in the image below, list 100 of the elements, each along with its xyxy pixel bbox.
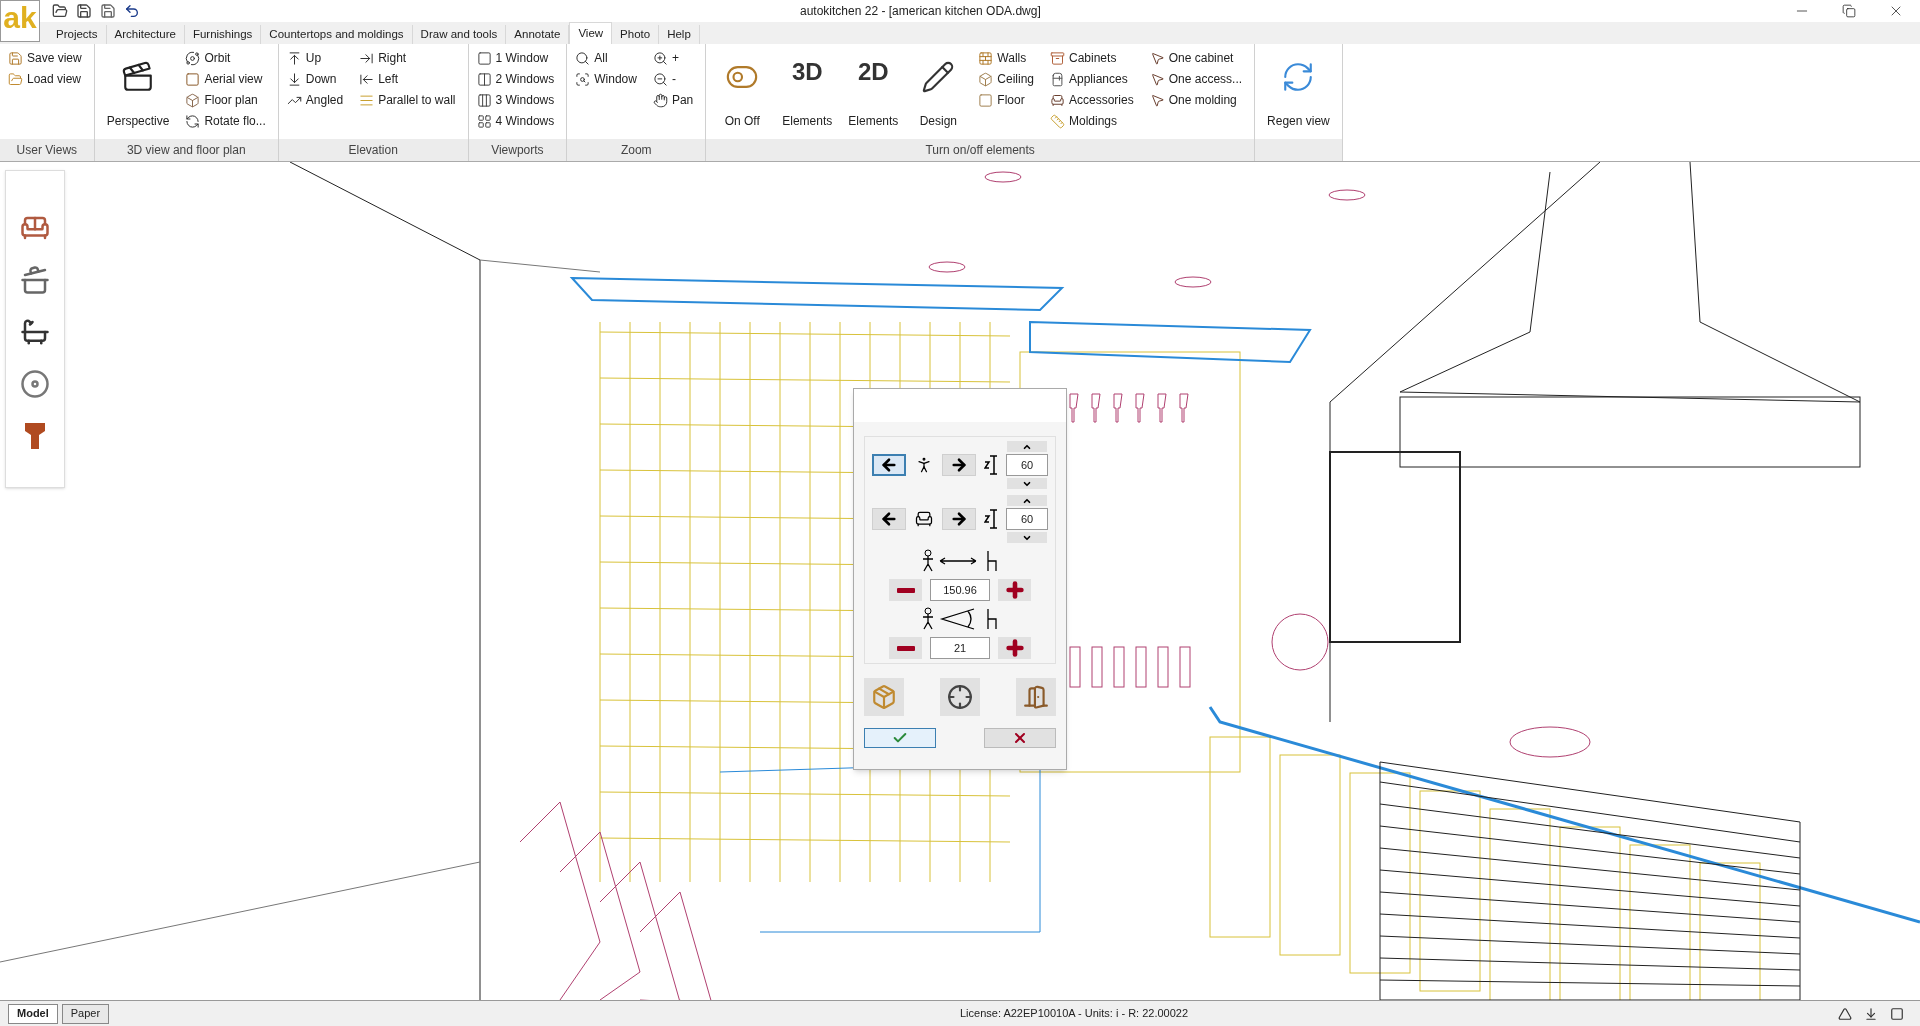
pointer-icon xyxy=(1149,92,1165,108)
square-icon[interactable] xyxy=(1890,1006,1904,1021)
ribbon-button[interactable]: Appliances xyxy=(1050,69,1138,89)
ribbon-button[interactable]: Left xyxy=(359,69,460,89)
ribbon-large-button[interactable]: On Off xyxy=(714,48,771,134)
hatch-icon xyxy=(359,92,375,108)
ribbon-button[interactable]: One access... xyxy=(1149,69,1247,89)
cancel-button[interactable] xyxy=(984,728,1056,748)
window-icon xyxy=(476,113,492,129)
target-view-button[interactable] xyxy=(940,678,980,716)
height-dimension-icon xyxy=(984,454,998,476)
ribbon-button[interactable]: 2 Windows xyxy=(476,69,559,89)
ribbon-button[interactable]: Moldings xyxy=(1050,111,1138,131)
ribbon-button[interactable]: Cabinets xyxy=(1050,48,1138,68)
ribbon-tab[interactable]: View xyxy=(569,22,613,44)
ribbon-button[interactable]: + xyxy=(652,48,698,68)
ribbon-large-button[interactable]: Design xyxy=(910,48,967,134)
ribbon-button[interactable]: Right xyxy=(359,48,460,68)
zoom-in-icon xyxy=(652,50,668,66)
cube-icon xyxy=(185,92,201,108)
layout-tab[interactable]: Paper xyxy=(61,1003,110,1024)
pot-icon[interactable] xyxy=(20,265,50,295)
hand-icon xyxy=(652,92,668,108)
distance-input[interactable]: 150.96 xyxy=(930,579,990,601)
ribbon-button[interactable]: Ceiling xyxy=(978,69,1038,89)
rotate-icon xyxy=(185,113,201,129)
ribbon-button[interactable]: 3 Windows xyxy=(476,90,559,110)
ribbon-button[interactable]: One molding xyxy=(1149,90,1247,110)
arrow-right-icon xyxy=(950,456,968,474)
ribbon-button[interactable]: Aerial view xyxy=(185,69,270,89)
ribbon-button[interactable]: Down xyxy=(286,69,348,89)
ribbon-large-button[interactable]: Regen view xyxy=(1263,48,1334,134)
corbel-icon[interactable] xyxy=(23,421,47,451)
plus-icon xyxy=(1003,579,1026,601)
spin-down-button[interactable] xyxy=(1007,478,1047,489)
undo-icon[interactable] xyxy=(124,3,140,19)
restore-icon[interactable] xyxy=(1842,4,1856,18)
orbit-icon xyxy=(185,50,201,66)
spin-up-button[interactable] xyxy=(1007,495,1047,506)
chair-icon xyxy=(1050,92,1065,108)
ribbon-button[interactable]: Angled xyxy=(286,90,348,110)
zoom-out-icon xyxy=(652,71,668,87)
person-to-chair-distance-icon xyxy=(922,549,998,573)
mode-glyph: 2D xyxy=(857,60,889,84)
window-title: autokitchen 22 - [american kitchen ODA.dwg] xyxy=(800,3,1042,20)
status-text: License: A22EP10010A - Units: i - R: 22.00022 xyxy=(960,1006,1190,1022)
spin-up-button[interactable] xyxy=(1007,441,1047,452)
mode-glyph: 3D xyxy=(791,60,823,84)
ribbon-button[interactable]: 1 Window xyxy=(476,48,559,68)
close-icon xyxy=(1012,730,1028,746)
person-view-angle-icon xyxy=(922,607,998,631)
ok-button[interactable] xyxy=(864,728,936,748)
right-arrow-button[interactable] xyxy=(942,508,976,530)
layout-tab[interactable]: Model xyxy=(8,1003,58,1024)
ribbon-button[interactable]: - xyxy=(652,69,698,89)
ribbon-button[interactable]: Load view xyxy=(8,69,86,89)
ribbon-button[interactable]: 4 Windows xyxy=(476,111,559,131)
ribbon-button[interactable]: All xyxy=(575,48,641,68)
ribbon-button[interactable]: Pan xyxy=(652,90,698,110)
ribbon-group-label: Viewports xyxy=(468,139,567,161)
ribbon-button[interactable]: Accessories xyxy=(1050,90,1138,110)
plus-button[interactable] xyxy=(998,579,1031,601)
minus-button[interactable] xyxy=(889,637,922,659)
ribbon-group-label: Elevation xyxy=(278,139,468,161)
height-input[interactable]: 60 xyxy=(1006,454,1048,476)
ribbon-button[interactable]: Floor xyxy=(978,90,1038,110)
ribbon-button[interactable]: Orbit xyxy=(185,48,270,68)
window-icon xyxy=(476,92,492,108)
pencil-icon xyxy=(921,60,956,94)
spin-down-button[interactable] xyxy=(1007,532,1047,543)
door-icon xyxy=(1023,684,1049,710)
height-input[interactable]: 60 xyxy=(1006,508,1048,530)
door-view-button[interactable] xyxy=(1016,678,1056,716)
ribbon-button[interactable]: Up xyxy=(286,48,348,68)
square-icon xyxy=(185,71,201,87)
ribbon-large-button[interactable]: 2D Elements xyxy=(844,48,903,134)
ribbon-button[interactable]: Save view xyxy=(8,48,86,68)
arrow-right-icon xyxy=(950,510,968,528)
wheel-icon[interactable] xyxy=(20,369,50,399)
left-arrow-button[interactable] xyxy=(872,454,906,476)
ribbon-button[interactable]: One cabinet xyxy=(1149,48,1247,68)
ribbon-button[interactable]: Parallel to wall xyxy=(359,90,460,110)
ribbon-large-button[interactable]: 3D Elements xyxy=(778,48,837,134)
cabinet-icon xyxy=(1050,50,1065,66)
ribbon-button[interactable]: Walls xyxy=(978,48,1038,68)
right-arrow-button[interactable] xyxy=(942,454,976,476)
minus-button[interactable] xyxy=(889,579,922,601)
angle-input[interactable]: 21 xyxy=(930,637,990,659)
ribbon-group-label: Turn on/off elements xyxy=(706,139,1255,161)
ribbon-button[interactable]: Window xyxy=(575,69,641,89)
plus-button[interactable] xyxy=(998,637,1031,659)
square-icon xyxy=(978,92,994,108)
cube-icon xyxy=(978,71,994,87)
folder-icon[interactable] xyxy=(52,3,68,19)
bathtub-icon[interactable] xyxy=(20,317,50,347)
window-icon xyxy=(476,50,492,66)
ribbon-large-button[interactable]: Perspective xyxy=(102,48,174,134)
ribbon-button[interactable]: Floor plan xyxy=(185,90,270,110)
window-icon xyxy=(476,71,492,87)
ribbon-button[interactable]: Rotate flo... xyxy=(185,111,270,131)
